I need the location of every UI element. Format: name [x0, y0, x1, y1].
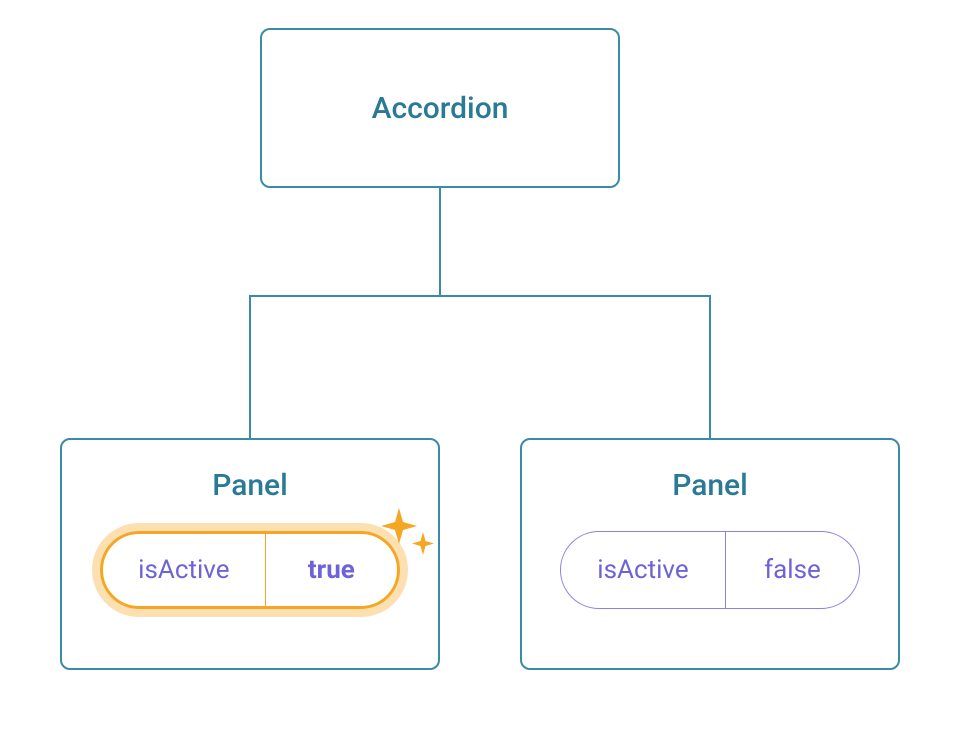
prop-name: isActive: [561, 532, 726, 608]
sparkle-icon: [377, 504, 437, 564]
connector-line: [439, 188, 441, 295]
node-accordion: Accordion: [260, 28, 620, 188]
node-panel-left: Panel isActive true: [60, 438, 440, 670]
connector-line: [709, 295, 711, 438]
node-panel-right: Panel isActive false: [520, 438, 900, 670]
prop-pill: isActive false: [560, 531, 860, 609]
prop-pill-active: isActive true: [100, 531, 400, 609]
connector-line: [249, 295, 251, 438]
prop-name: isActive: [103, 534, 266, 606]
connector-line: [249, 295, 711, 297]
node-label: Accordion: [372, 91, 509, 126]
prop-value: false: [726, 532, 859, 608]
node-label: Panel: [672, 468, 748, 503]
node-label: Panel: [212, 468, 288, 503]
